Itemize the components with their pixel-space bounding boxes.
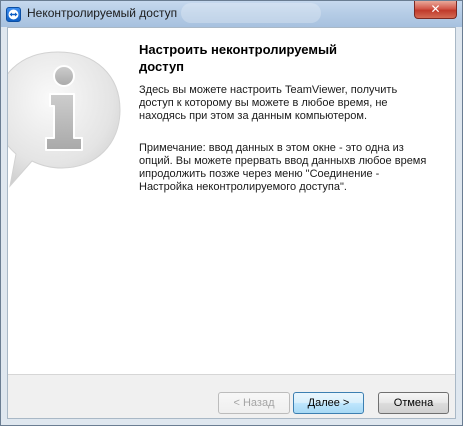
close-button[interactable]: ✕	[414, 1, 457, 19]
dialog-window: Неконтролируемый доступ ✕ Настроить неко…	[0, 0, 463, 426]
dialog-client-area: Настроить неконтролируемый доступ Здесь …	[7, 27, 456, 419]
next-button[interactable]: Далее >	[293, 392, 364, 414]
wizard-content-panel: Настроить неконтролируемый доступ Здесь …	[8, 28, 455, 374]
description-text: Здесь вы можете настроить TeamViewer, по…	[139, 84, 398, 122]
back-button[interactable]: < Назад	[218, 392, 290, 414]
window-title: Неконтролируемый доступ	[27, 6, 178, 20]
title-bar-glow	[181, 3, 321, 23]
teamviewer-icon	[6, 7, 21, 22]
info-icon	[8, 51, 121, 188]
cancel-button[interactable]: Отмена	[378, 392, 449, 414]
window-bottom-border	[1, 419, 462, 425]
page-heading: Настроить неконтролируемый доступ	[139, 42, 338, 74]
title-bar[interactable]: Неконтролируемый доступ ✕	[1, 1, 462, 27]
button-bar-divider	[8, 374, 455, 375]
note-text: Примечание: ввод данных в этом окне - эт…	[139, 142, 427, 193]
close-icon: ✕	[430, 2, 441, 16]
